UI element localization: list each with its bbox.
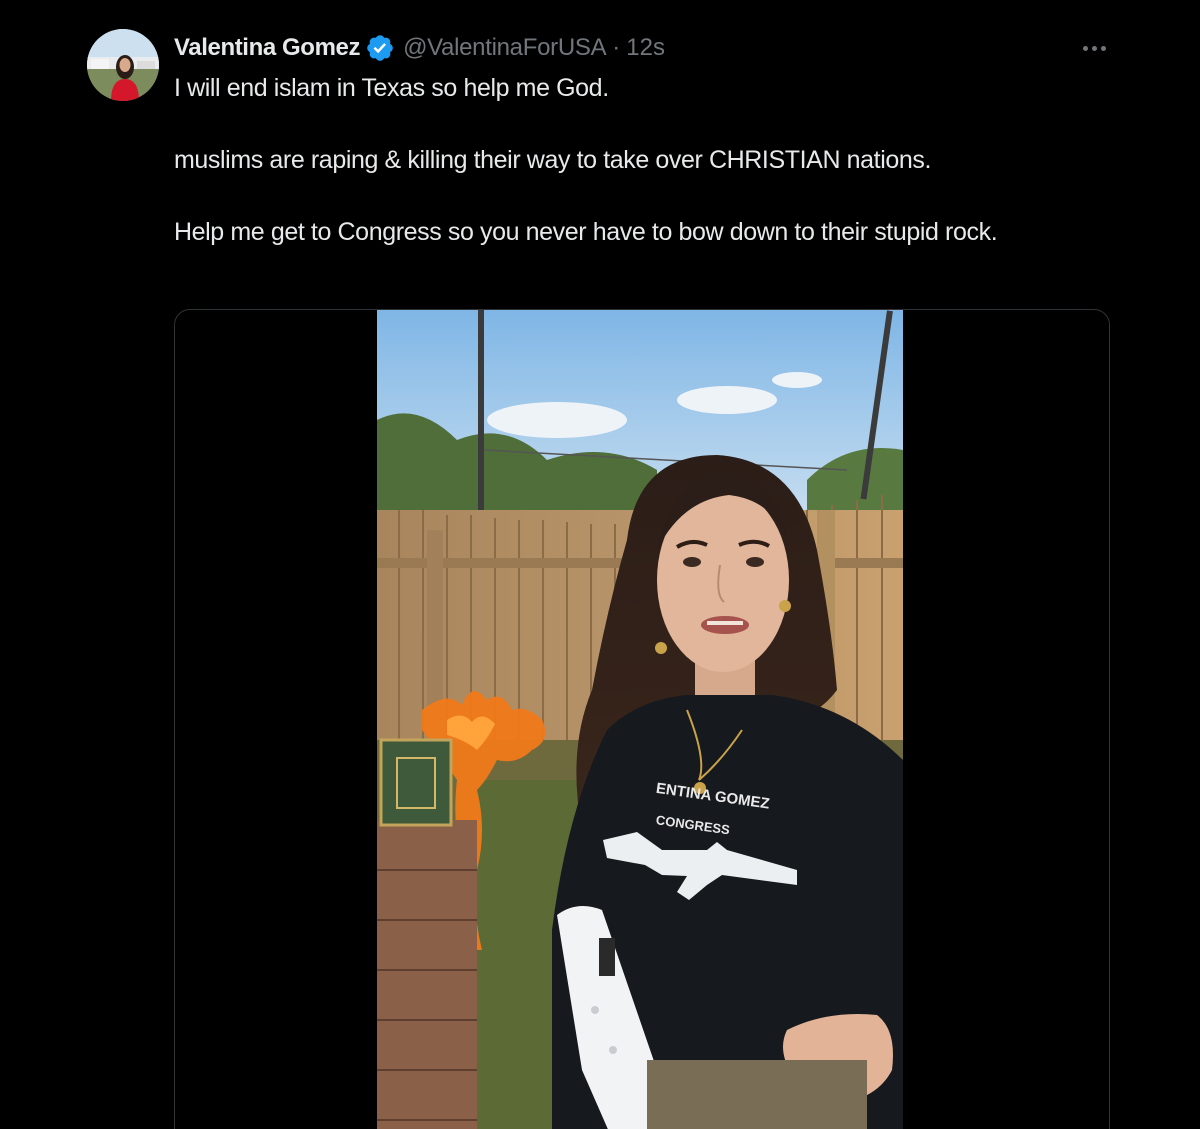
author-avatar[interactable] xyxy=(87,29,159,101)
tweet-paragraph: I will end islam in Texas so help me God… xyxy=(174,74,609,102)
tweet-timestamp[interactable]: 12s xyxy=(626,34,665,62)
tweet-paragraph: muslims are raping & killing their way t… xyxy=(174,146,932,174)
verified-badge-icon[interactable] xyxy=(365,33,395,63)
tweet-text: I will end islam in Texas so help me God… xyxy=(174,70,1094,250)
separator-dot: · xyxy=(612,34,621,61)
video-frame: ENTINA GOMEZ CONGRESS xyxy=(377,310,903,1129)
tweet-paragraph: Help me get to Congress so you never hav… xyxy=(174,218,998,246)
author-display-name[interactable]: Valentina Gomez xyxy=(174,34,360,62)
author-handle[interactable]: @ValentinaForUSA xyxy=(403,34,607,62)
tweet-media-container[interactable]: ENTINA GOMEZ CONGRESS xyxy=(174,309,1110,1129)
tweet-header: Valentina Gomez @ValentinaForUSA · 12s xyxy=(174,30,665,66)
tweet-page: Valentina Gomez @ValentinaForUSA · 12s I… xyxy=(0,0,1200,1129)
tweet-video[interactable]: ENTINA GOMEZ CONGRESS xyxy=(377,310,903,1129)
avatar-image xyxy=(87,29,159,101)
more-horizontal-icon[interactable] xyxy=(1078,36,1110,60)
